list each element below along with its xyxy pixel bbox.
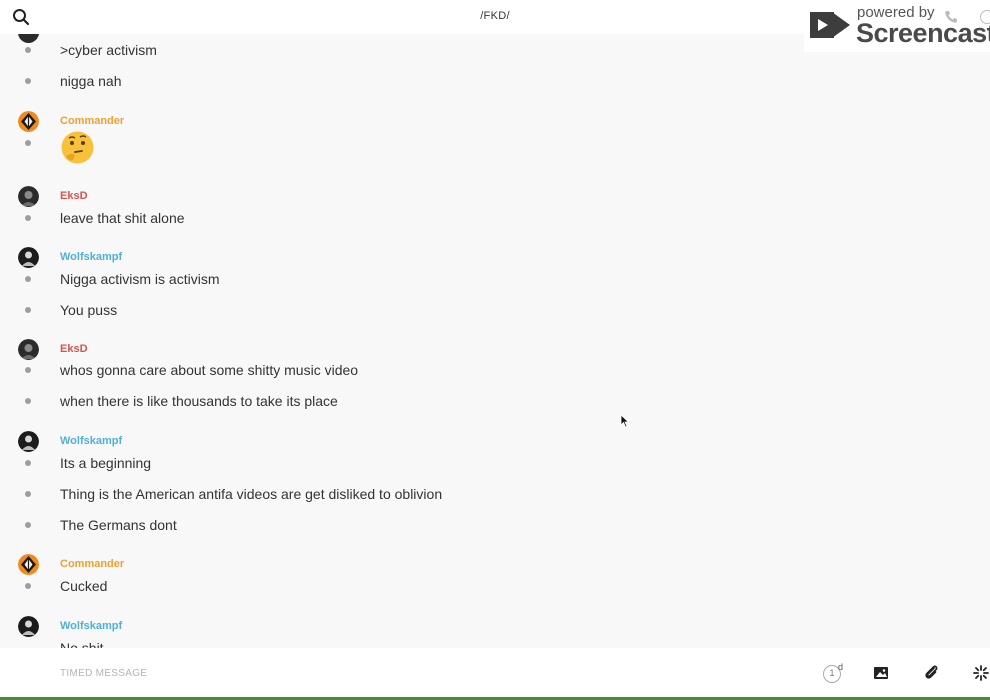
bullet-dot [25, 78, 31, 84]
message-line: leave that shit alone [0, 207, 800, 229]
message-text: Its a beginning [60, 455, 152, 471]
attachment-icon[interactable] [922, 664, 940, 682]
more-options-icon[interactable] [972, 664, 990, 682]
thinking-face-emoji [61, 131, 94, 164]
message-line: whos gonna care about some shitty music … [0, 359, 800, 381]
bullet-dot [25, 491, 31, 497]
bullet-dot [25, 460, 31, 466]
message-line [0, 132, 800, 154]
timer-unit-label: d [838, 662, 844, 672]
message-line: nigga nah [0, 70, 800, 92]
avatar[interactable] [18, 247, 39, 268]
message-line: No shit [0, 637, 800, 648]
message-text: whos gonna care about some shitty music … [60, 362, 359, 378]
bullet-dot [25, 583, 31, 589]
message-line: The Germans dont [0, 514, 800, 536]
author-row: EksD [0, 339, 400, 361]
message-line: Cucked [0, 575, 800, 597]
author-row: Wolfskampf [0, 247, 400, 269]
message-line: >cyber activism [0, 39, 800, 61]
bullet-dot [25, 276, 31, 282]
message-text: nigga nah [60, 73, 122, 89]
author-name[interactable]: EksD [60, 190, 88, 202]
message-line: when there is like thousands to take its… [0, 390, 800, 412]
bullet-dot [25, 47, 31, 53]
message-list: >cyber activism nigga nah Commander EksD… [0, 34, 990, 648]
message-text: No shit [60, 640, 104, 648]
bullet-dot [25, 367, 31, 373]
bullet-dot [25, 140, 31, 146]
avatar[interactable] [18, 431, 39, 452]
avatar[interactable] [18, 554, 39, 575]
author-name[interactable]: Wolfskampf [60, 251, 122, 263]
mouse-cursor-icon [620, 414, 630, 428]
bullet-dot [25, 307, 31, 313]
author-row: Commander [0, 554, 400, 576]
message-text: when there is like thousands to take its… [60, 393, 338, 409]
message-line: You puss [0, 299, 800, 321]
bullet-dot [25, 215, 31, 221]
message-text: >cyber activism [60, 42, 157, 58]
message-text: You puss [60, 302, 118, 318]
avatar[interactable] [18, 186, 39, 207]
message-line: Thing is the American antifa videos are … [0, 483, 800, 505]
info-icon[interactable] [980, 10, 990, 24]
image-icon[interactable] [872, 664, 890, 682]
message-text: Nigga activism is activism [60, 271, 220, 287]
author-row: Wolfskampf [0, 616, 400, 638]
composer-bar: 1 d [0, 648, 990, 698]
message-text: leave that shit alone [60, 210, 185, 226]
bullet-dot [25, 398, 31, 404]
avatar[interactable] [18, 111, 39, 132]
message-text: The Germans dont [60, 517, 177, 533]
author-name[interactable]: Commander [60, 558, 124, 570]
avatar[interactable] [18, 339, 39, 360]
message-text: Thing is the American antifa videos are … [60, 486, 443, 502]
author-name[interactable]: Commander [60, 115, 124, 127]
author-name[interactable]: Wolfskampf [60, 435, 122, 447]
author-row: EksD [0, 186, 400, 208]
author-row: Wolfskampf [0, 431, 400, 453]
timed-message-input[interactable] [60, 662, 560, 684]
message-line: Nigga activism is activism [0, 268, 800, 290]
phone-icon[interactable] [944, 10, 958, 24]
bullet-dot [25, 522, 31, 528]
avatar[interactable] [18, 616, 39, 637]
message-text: Cucked [60, 578, 108, 594]
author-name[interactable]: EksD [60, 343, 88, 355]
message-line: Its a beginning [0, 452, 800, 474]
author-name[interactable]: Wolfskampf [60, 620, 122, 632]
